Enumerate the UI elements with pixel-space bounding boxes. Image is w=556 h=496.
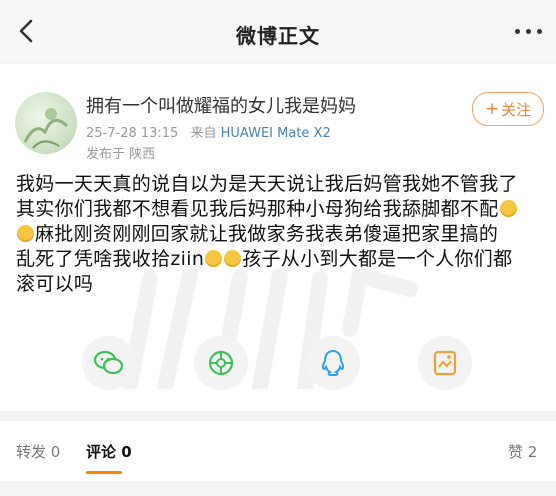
moments-icon bbox=[208, 350, 234, 376]
wechat-icon bbox=[94, 350, 124, 375]
follow-button[interactable]: + 关注 bbox=[472, 92, 544, 126]
emoji-icon bbox=[17, 225, 34, 242]
tab-repost[interactable]: 转发 0 bbox=[16, 441, 60, 462]
wechat-share-button[interactable] bbox=[82, 336, 136, 390]
content-line: 麻批刚资刚刚回家就让我做家务我表弟傻逼把家里搞的 bbox=[16, 222, 544, 247]
emoji-icon bbox=[224, 250, 242, 267]
avatar[interactable] bbox=[15, 92, 77, 154]
content-line: 滚可以吗 bbox=[16, 273, 94, 295]
post-card: 拥有一个叫做耀福的女儿我是妈妈 25-7-28 13:15 来自 HUAWEI … bbox=[0, 64, 556, 411]
plus-icon: + bbox=[484, 99, 500, 119]
emoji-icon bbox=[205, 250, 223, 267]
active-tab-indicator bbox=[86, 471, 122, 474]
author-name[interactable]: 拥有一个叫做耀福的女儿我是妈妈 bbox=[86, 92, 356, 118]
top-bar: 微博正文 bbox=[0, 0, 556, 62]
page-title: 微博正文 bbox=[236, 24, 320, 48]
device-link[interactable]: HUAWEI Mate X2 bbox=[221, 126, 331, 141]
emoji-icon bbox=[499, 200, 517, 217]
qq-icon bbox=[321, 349, 345, 376]
save-image-button[interactable] bbox=[418, 336, 472, 390]
more-options-icon[interactable] bbox=[515, 29, 542, 34]
interaction-tabs: 转发 0 评论 0 赞 2 bbox=[0, 421, 556, 481]
tab-comment[interactable]: 评论 0 bbox=[86, 441, 132, 462]
post-meta: 25-7-28 13:15 来自 HUAWEI Mate X2 bbox=[86, 122, 331, 141]
content-line: 其实你们我都不想看见我后妈那种小母狗给我舔脚都不配 bbox=[16, 197, 544, 222]
share-row bbox=[0, 336, 556, 390]
post-time: 25-7-28 13:15 bbox=[86, 126, 179, 141]
content-line: 我妈一天天真的说自以为是天天说让我后妈管我她不管我了 bbox=[16, 173, 518, 195]
follow-label: 关注 bbox=[501, 100, 532, 119]
moments-share-button[interactable] bbox=[194, 336, 248, 390]
tab-like[interactable]: 赞 2 bbox=[508, 441, 537, 462]
post-content: 我妈一天天真的说自以为是天天说让我后妈管我她不管我了 其实你们我都不想看见我后妈… bbox=[16, 172, 544, 297]
save-image-icon bbox=[433, 350, 457, 376]
content-line: 乱死了凭啥我收拾ziin 孩子从小到大都是一个人你们都 bbox=[16, 248, 513, 270]
source-prefix: 来自 bbox=[190, 126, 217, 141]
post-location: 发布于 陕西 bbox=[86, 147, 156, 162]
qq-share-button[interactable] bbox=[306, 336, 360, 390]
